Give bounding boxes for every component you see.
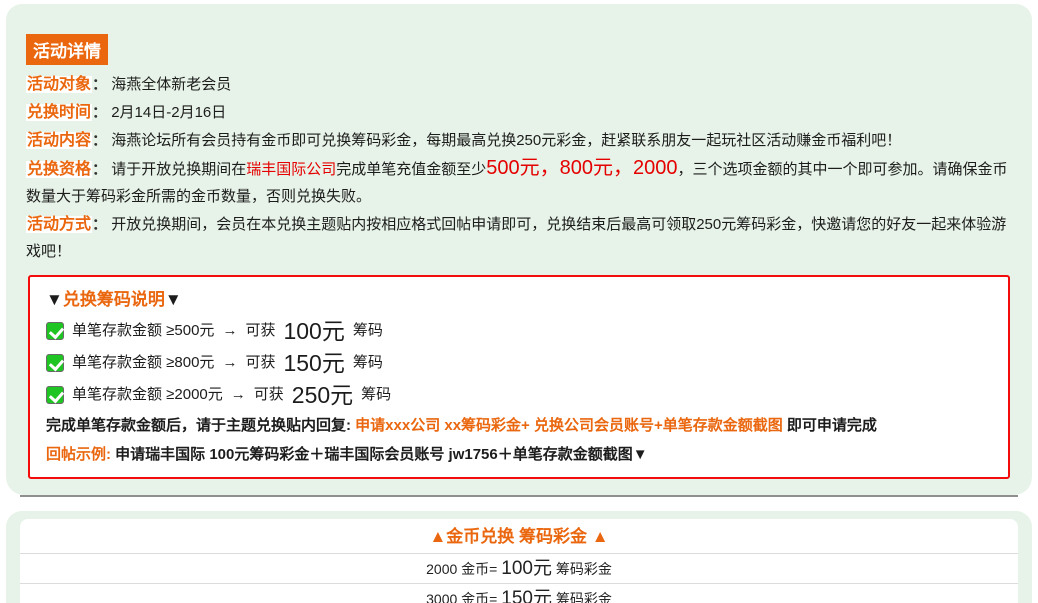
- tier-amount: 100元: [283, 315, 344, 347]
- colon: ：: [92, 104, 107, 121]
- reply-example-text: 申请瑞丰国际 100元筹码彩金＋瑞丰国际会员账号 jw1756＋单笔存款金额截图…: [115, 446, 647, 463]
- exchange-tier-row: 单笔存款金额 ≥500元 → 可获100元筹码: [46, 315, 992, 347]
- colon: ：: [92, 216, 107, 233]
- checked-checkbox-icon: [46, 354, 64, 372]
- colon: ：: [92, 76, 107, 93]
- tier-condition: 单笔存款金额 ≥800元: [72, 347, 214, 379]
- gold-reward-suffix: 筹码彩金: [556, 561, 612, 577]
- detail-line-content: 活动内容： 海燕论坛所有会员持有金币即可兑换筹码彩金，每期最高兑换250元彩金，…: [22, 127, 1016, 154]
- detail-line-object: 活动对象： 海燕全体新老会员: [22, 71, 1016, 98]
- reply-format-highlight: 申请xxx公司 xx筹码彩金+ 兑换公司会员账号+单笔存款金额截图: [355, 417, 783, 434]
- gold-reward-suffix: 筹码彩金: [556, 591, 612, 603]
- gold-table-row: 2000 金币= 100元 筹码彩金: [20, 554, 1018, 584]
- gold-reward-amount: 100元: [501, 558, 552, 579]
- triangle-down-icon: ▼: [165, 290, 182, 309]
- tier-gain-label: 可获: [254, 379, 284, 411]
- detail-label-method: 活动方式: [26, 216, 92, 233]
- detail-line-time: 兑换时间： 2月14日-2月16日: [22, 99, 1016, 126]
- colon: ：: [92, 132, 107, 149]
- section-gap: [0, 497, 1038, 511]
- colon: ：: [92, 161, 107, 178]
- gold-table-row: 3000 金币= 150元 筹码彩金: [20, 584, 1018, 603]
- tier-suffix: 筹码: [361, 379, 391, 411]
- detail-value-time: 2月14日-2月16日: [111, 104, 226, 121]
- gold-exchange-panel: ▲金币兑换 筹码彩金 ▲ 2000 金币= 100元 筹码彩金 3000 金币=…: [6, 511, 1032, 603]
- tier-condition: 单笔存款金额 ≥2000元: [72, 379, 223, 411]
- company-name-highlight: 瑞丰国际公司: [246, 161, 336, 178]
- activity-details-panel: 活动详情 活动对象： 海燕全体新老会员 兑换时间： 2月14日-2月16日 活动…: [6, 4, 1032, 495]
- checked-checkbox-icon: [46, 386, 64, 404]
- detail-value-object: 海燕全体新老会员: [111, 76, 231, 93]
- arrow-right-icon: →: [231, 379, 246, 411]
- detail-value-method: 开放兑换期间，会员在本兑换主题贴内按相应格式回帖申请即可，兑换结束后最高可领取2…: [26, 216, 1006, 260]
- qualification-text-pre: 请于开放兑换期间在: [111, 161, 246, 178]
- tier-suffix: 筹码: [353, 315, 383, 347]
- triangle-down-icon: ▼: [46, 290, 63, 309]
- tier-suffix: 筹码: [353, 347, 383, 379]
- tier-gain-label: 可获: [245, 315, 275, 347]
- gold-exchange-table: ▲金币兑换 筹码彩金 ▲ 2000 金币= 100元 筹码彩金 3000 金币=…: [20, 519, 1018, 603]
- detail-label-object: 活动对象: [26, 76, 92, 93]
- detail-line-qualification: 兑换资格： 请于开放兑换期间在瑞丰国际公司完成单笔充值金额至少500元，800元…: [22, 155, 1016, 210]
- gold-cost: 3000 金币=: [426, 591, 497, 603]
- reply-instruction-post: 即可申请完成: [787, 417, 877, 434]
- detail-label-qualification: 兑换资格: [26, 161, 92, 178]
- tier-amount: 250元: [292, 379, 353, 411]
- deposit-amount-options: 500元，800元，2000: [486, 157, 677, 179]
- reply-instruction-pre: 完成单笔存款金额后，请于主题兑换贴内回复:: [46, 417, 351, 434]
- exchange-tier-row: 单笔存款金额 ≥2000元 → 可获250元筹码: [46, 379, 992, 411]
- tier-gain-label: 可获: [245, 347, 275, 379]
- arrow-right-icon: →: [222, 315, 237, 347]
- page-title: 活动详情: [26, 34, 108, 65]
- exchange-box-title: ▼兑换筹码说明▼: [46, 285, 992, 315]
- tier-condition: 单笔存款金额 ≥500元: [72, 315, 214, 347]
- reply-instruction-line: 完成单笔存款金额后，请于主题兑换贴内回复: 申请xxx公司 xx筹码彩金+ 兑换…: [46, 411, 992, 441]
- gold-table-header: ▲金币兑换 筹码彩金 ▲: [20, 519, 1018, 554]
- gold-reward-amount: 150元: [501, 588, 552, 603]
- detail-line-method: 活动方式： 开放兑换期间，会员在本兑换主题贴内按相应格式回帖申请即可，兑换结束后…: [22, 211, 1016, 265]
- exchange-tier-row: 单笔存款金额 ≥800元 → 可获150元筹码: [46, 347, 992, 379]
- reply-example-label: 回帖示例:: [46, 446, 111, 463]
- detail-value-content: 海燕论坛所有会员持有金币即可兑换筹码彩金，每期最高兑换250元彩金，赶紧联系朋友…: [111, 132, 901, 149]
- exchange-box-title-text: 兑换筹码说明: [63, 290, 165, 309]
- reply-example-line: 回帖示例: 申请瑞丰国际 100元筹码彩金＋瑞丰国际会员账号 jw1756＋单笔…: [46, 441, 992, 469]
- detail-label-content: 活动内容: [26, 132, 92, 149]
- gold-cost: 2000 金币=: [426, 561, 497, 577]
- exchange-instructions-box: ▼兑换筹码说明▼ 单笔存款金额 ≥500元 → 可获100元筹码 单笔存款金额 …: [28, 275, 1010, 479]
- tier-amount: 150元: [283, 347, 344, 379]
- checked-checkbox-icon: [46, 322, 64, 340]
- arrow-right-icon: →: [222, 347, 237, 379]
- qualification-text-mid: 完成单笔充值金额至少: [336, 161, 486, 178]
- detail-label-time: 兑换时间: [26, 104, 92, 121]
